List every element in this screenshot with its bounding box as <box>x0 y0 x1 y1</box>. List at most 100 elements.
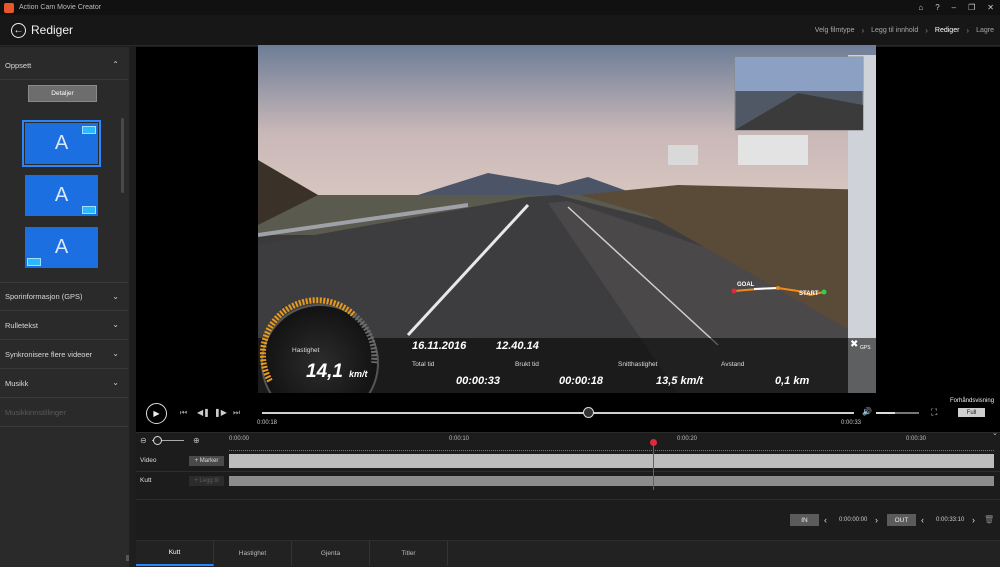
breadcrumb-step-add-content[interactable]: Legg til innhold <box>871 27 918 34</box>
tab-speed[interactable]: Hastighet <box>214 541 292 566</box>
zoom-handle[interactable] <box>153 436 162 445</box>
edit-tabs: Kutt Hastighet Gjenta Titler <box>136 540 1000 567</box>
out-time: 0:00:33:10 <box>936 517 965 523</box>
playhead-handle[interactable] <box>650 439 657 446</box>
chevron-up-icon: ⌃ <box>112 60 119 69</box>
back-button[interactable]: ← <box>11 23 26 38</box>
tab-repeat[interactable]: Gjenta <box>292 541 370 566</box>
playhead[interactable] <box>653 440 654 490</box>
chevron-right-icon: › <box>861 26 865 35</box>
tab-cut[interactable]: Kutt <box>136 541 214 566</box>
in-time: 0:00:00:00 <box>839 517 868 523</box>
volume-slider[interactable] <box>876 412 919 414</box>
arrow-left-icon: ← <box>13 24 24 36</box>
template-letter: A <box>54 236 69 258</box>
preview-quality-label: Forhåndsvisning <box>950 398 995 404</box>
section-oppsett[interactable]: Oppsett ⌃ <box>0 51 128 80</box>
add-cut-button: + Legg til <box>189 476 224 486</box>
video-track-label: Video <box>140 457 157 464</box>
section-label: Musikk <box>5 378 29 388</box>
play-icon: ▶ <box>153 409 160 418</box>
app-title: Action Cam Movie Creator <box>19 4 102 11</box>
settings-panel: Oppsett ⌃ Detaljer A A A Sporinformasjon… <box>0 47 130 567</box>
header: ← Rediger Velg filmtype › Legg til innho… <box>0 15 1000 46</box>
total-time: 0:00:33 <box>841 420 862 426</box>
ruler-tick-label: 0:00:20 <box>677 436 698 442</box>
volume-level <box>876 412 896 414</box>
app-window: Action Cam Movie Creator ⌂ ? – ❐ ✕ ← Red… <box>0 0 1000 567</box>
fullscreen-icon[interactable]: ⛶ <box>931 407 937 418</box>
home-icon[interactable]: ⌂ <box>918 3 923 12</box>
cut-track-label: Kutt <box>140 477 152 484</box>
panel-scroll-arrow-icon[interactable] <box>126 555 129 561</box>
pip-indicator <box>82 206 96 214</box>
layout-template-2[interactable]: A <box>25 175 98 216</box>
chevron-down-icon: ⌄ <box>112 378 119 387</box>
zoom-out-icon[interactable]: ⊖ <box>140 436 147 445</box>
title-bar: Action Cam Movie Creator ⌂ ? – ❐ ✕ <box>0 0 1000 15</box>
tab-titles[interactable]: Titler <box>370 541 448 566</box>
seek-handle[interactable] <box>582 407 594 418</box>
close-icon[interactable]: ✕ <box>987 3 994 12</box>
section-sync-videos[interactable]: Synkronisere flere videoer ⌄ <box>0 340 128 369</box>
section-gps-track[interactable]: Sporinformasjon (GPS) ⌄ <box>0 282 128 311</box>
delete-icon[interactable]: 🗑 <box>984 514 994 526</box>
video-track[interactable] <box>229 454 994 468</box>
skip-to-start-icon[interactable]: ⏮ <box>180 408 187 418</box>
in-next-icon[interactable]: › <box>875 514 878 526</box>
window-controls: ⌂ ? – ❐ ✕ <box>918 0 994 15</box>
details-button[interactable]: Detaljer <box>28 85 97 102</box>
step-forward-icon[interactable]: ❚▶ <box>214 408 227 417</box>
set-out-button[interactable]: OUT <box>887 514 916 526</box>
set-in-button[interactable]: IN <box>790 514 819 526</box>
ruler-tick-label: 0:00:10 <box>449 436 470 442</box>
layout-template-3[interactable]: A <box>25 227 98 268</box>
add-marker-button[interactable]: + Marker <box>189 456 224 466</box>
skip-to-end-icon[interactable]: ⏭ <box>233 408 240 418</box>
chevron-right-icon: › <box>925 26 928 35</box>
breadcrumb: Velg filmtype › Legg til innhold › Redig… <box>815 26 994 35</box>
chevron-down-icon: ⌄ <box>112 320 119 329</box>
app-logo-icon <box>4 2 14 13</box>
video-preview[interactable] <box>258 45 876 393</box>
collapse-chevron-icon[interactable]: ⌄ <box>992 429 998 437</box>
template-letter: A <box>54 132 69 154</box>
preview-quality-button[interactable]: Full <box>958 408 985 417</box>
volume-icon[interactable]: 🔊 <box>862 407 872 416</box>
zoom-in-icon[interactable]: ⊕ <box>193 436 200 445</box>
track-divider <box>136 499 1000 500</box>
out-next-icon[interactable]: › <box>972 514 975 526</box>
section-label: Oppsett <box>5 60 32 70</box>
section-music-settings: Musikkinnstillinger <box>0 398 128 427</box>
chevron-down-icon: ⌄ <box>112 349 119 358</box>
pip-indicator <box>27 258 41 266</box>
template-letter: A <box>54 184 69 206</box>
video-frame <box>258 45 876 393</box>
minimize-icon[interactable]: – <box>952 3 956 12</box>
in-prev-icon[interactable]: ‹ <box>824 514 827 526</box>
current-time: 0:00:18 <box>257 420 278 426</box>
breadcrumb-step-save[interactable]: Lagre <box>976 27 994 34</box>
breadcrumb-step-edit[interactable]: Rediger <box>935 27 960 34</box>
section-label: Musikkinnstillinger <box>5 407 66 417</box>
cut-track[interactable] <box>229 476 994 486</box>
restore-icon[interactable]: ❐ <box>968 3 975 12</box>
time-ruler <box>229 450 994 451</box>
layout-template-1[interactable]: A <box>22 120 101 167</box>
help-icon[interactable]: ? <box>935 3 939 12</box>
step-back-icon[interactable]: ◀❚ <box>197 408 210 417</box>
seek-bar[interactable] <box>262 412 854 414</box>
section-label: Rulletekst <box>5 320 38 330</box>
section-label: Sporinformasjon (GPS) <box>5 292 83 301</box>
template-scrollbar[interactable] <box>121 118 124 193</box>
section-music[interactable]: Musikk ⌄ <box>0 369 128 398</box>
section-label: Synkronisere flere videoer <box>5 349 93 359</box>
ruler-tick-label: 0:00:00 <box>229 436 250 442</box>
play-button[interactable]: ▶ <box>146 403 167 424</box>
chevron-right-icon: › <box>966 26 970 35</box>
out-prev-icon[interactable]: ‹ <box>921 514 924 526</box>
track-divider <box>136 471 1000 472</box>
breadcrumb-step-film-type[interactable]: Velg filmtype <box>815 27 855 34</box>
section-credits[interactable]: Rulletekst ⌄ <box>0 311 128 340</box>
page-title: Rediger <box>31 23 74 37</box>
